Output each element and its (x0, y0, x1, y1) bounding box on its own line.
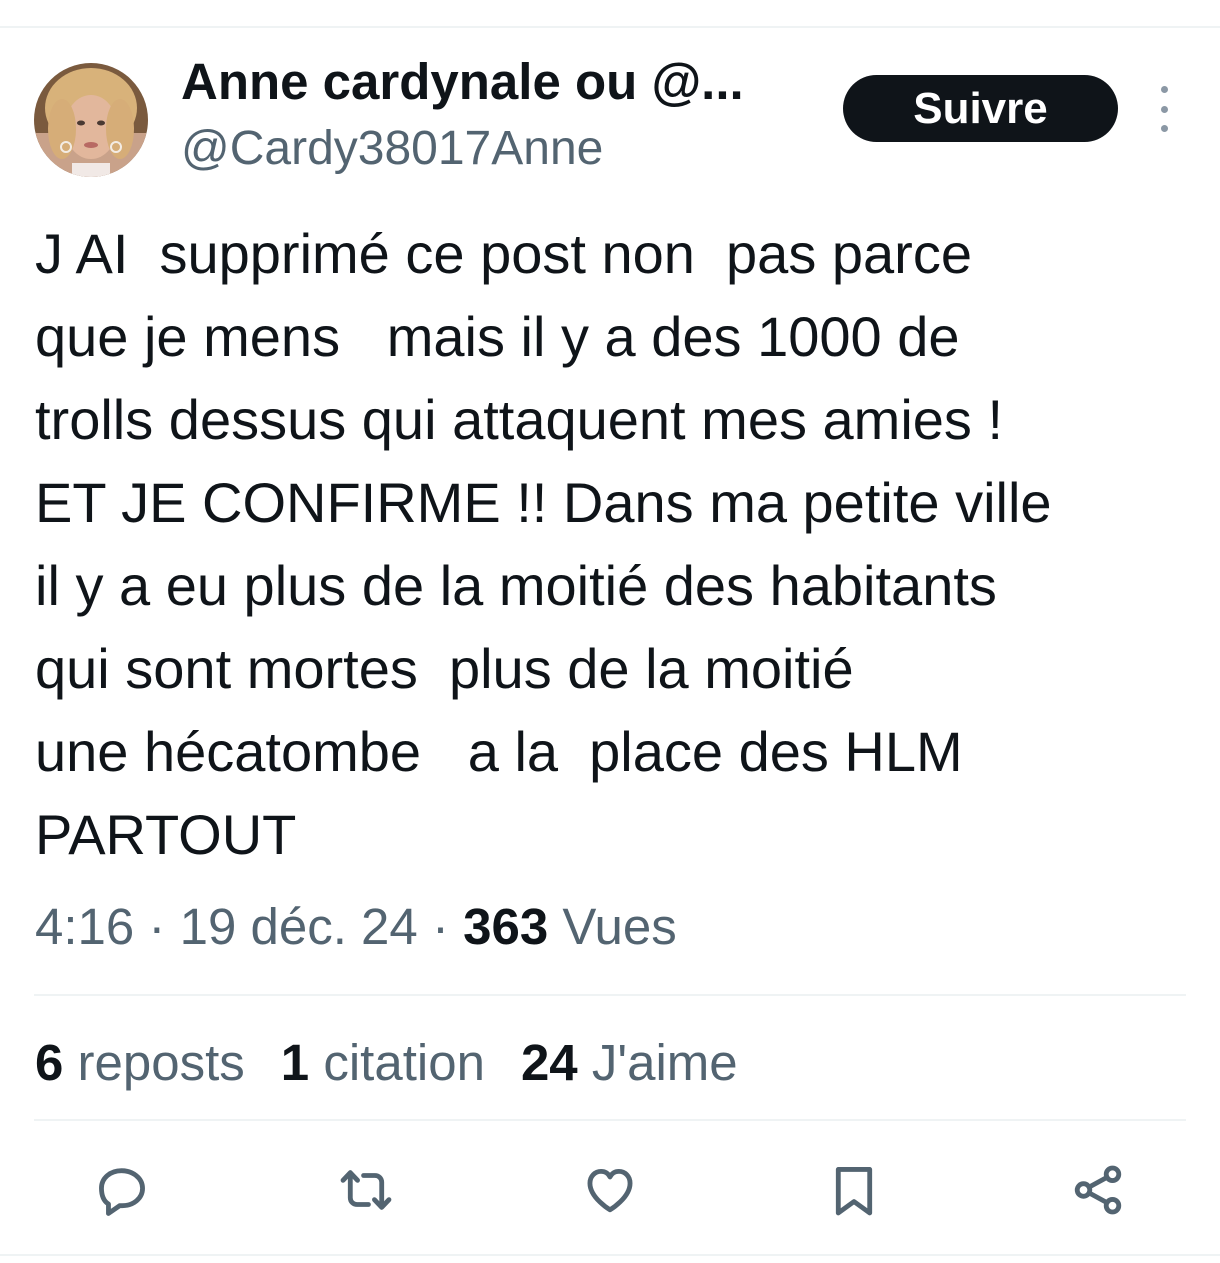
post-text-line: que je mens mais il y a des 1000 de (35, 305, 960, 368)
views-count: 363 (463, 898, 549, 955)
more-dot (1160, 105, 1168, 113)
views-label: Vues (548, 898, 677, 955)
avatar-image (34, 63, 148, 177)
repost-icon (340, 1170, 392, 1210)
post-text-line: ET JE CONFIRME !! Dans ma petite ville (35, 471, 1052, 534)
post-meta: 4:16 · 19 déc. 24 · 363 Vues (35, 895, 677, 959)
post-text-line: trolls dessus qui attaquent mes amies ! (35, 388, 1004, 451)
bookmark-button[interactable] (814, 1150, 894, 1230)
more-dot (1160, 86, 1168, 93)
likes-stat[interactable]: 24 J'aime (521, 1031, 738, 1095)
reposts-stat[interactable]: 6 reposts (35, 1031, 245, 1095)
bookmark-icon (835, 1167, 873, 1216)
post-text-line: PARTOUT (35, 803, 297, 866)
more-vertical-icon[interactable] (1150, 86, 1178, 132)
engagement-stats: 6 reposts 1 citation 24 J'aime (35, 1031, 738, 1095)
post-text: J AI supprimé ce post non pas parce que … (35, 212, 1195, 876)
likes-count: 24 (520, 1034, 578, 1091)
likes-label: J'aime (577, 1034, 738, 1091)
divider (34, 994, 1186, 996)
reply-icon (99, 1168, 145, 1216)
author-handle[interactable]: @Cardy38017Anne (181, 120, 603, 178)
follow-button[interactable]: Suivre (843, 75, 1118, 142)
quotes-stat[interactable]: 1 citation (281, 1031, 485, 1095)
heart-icon (587, 1168, 633, 1213)
avatar[interactable] (34, 63, 148, 177)
reply-button[interactable] (82, 1150, 162, 1230)
meta-separator: · (417, 898, 464, 955)
like-button[interactable] (570, 1150, 650, 1230)
more-dot (1160, 125, 1168, 132)
post-text-line: il y a eu plus de la moitié des habitant… (35, 554, 997, 617)
post-text-line: qui sont mortes plus de la moitié (35, 637, 854, 700)
share-button[interactable] (1058, 1150, 1138, 1230)
repost-button[interactable] (326, 1150, 406, 1230)
post-date[interactable]: 19 déc. 24 (180, 898, 418, 955)
action-bar (0, 1150, 1220, 1230)
post-text-line: J AI supprimé ce post non pas parce (35, 222, 972, 285)
divider-top (0, 26, 1220, 28)
post-time[interactable]: 4:16 (35, 898, 134, 955)
tweet-detail: Anne cardynale ou @... @Cardy38017Anne S… (0, 0, 1220, 1263)
reposts-count: 6 (35, 1034, 64, 1091)
share-icon (1074, 1165, 1122, 1215)
divider (34, 1119, 1186, 1121)
quotes-count: 1 (280, 1034, 310, 1091)
author-display-name[interactable]: Anne cardynale ou @... (181, 52, 801, 112)
divider-bottom (0, 1254, 1220, 1256)
reposts-label: reposts (63, 1034, 245, 1091)
meta-separator: · (134, 898, 180, 955)
quotes-label: citation (309, 1034, 485, 1091)
post-text-line: une hécatombe a la place des HLM (35, 720, 963, 783)
